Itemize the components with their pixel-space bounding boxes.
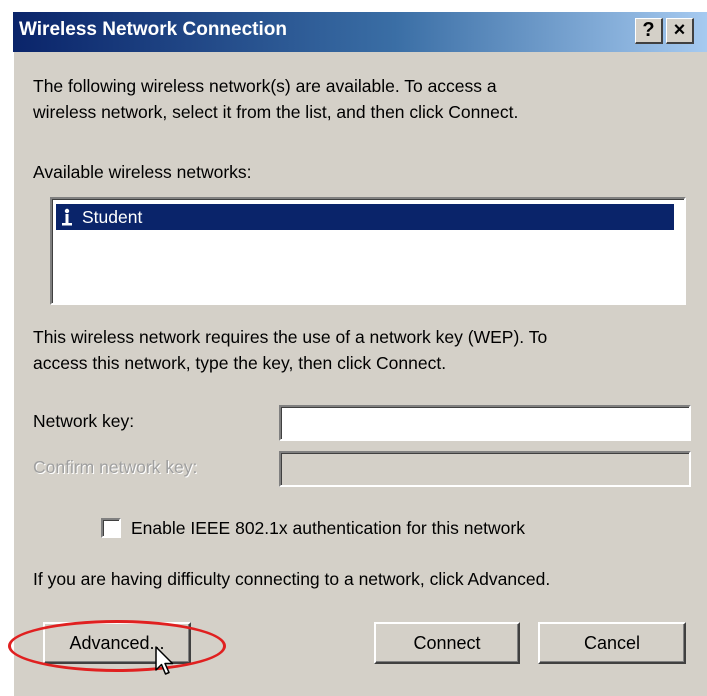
connect-button[interactable]: Connect [374,622,520,664]
window-title: Wireless Network Connection [19,19,287,40]
confirm-key-input[interactable] [279,451,691,487]
network-item-student[interactable]: Student [56,204,674,230]
cancel-button[interactable]: Cancel [538,622,686,664]
wireless-antenna-icon [62,208,72,226]
wep-notice-line-1: This wireless network requires the use o… [33,327,548,347]
intro-line-1: The following wireless network(s) are av… [33,76,497,96]
help-button[interactable]: ? [635,18,663,44]
confirm-key-label: Confirm network key: [33,457,198,477]
intro-line-2: wireless network, select it from the lis… [33,102,519,122]
wireless-network-dialog: Wireless Network Connection ? × The foll… [13,12,707,696]
available-networks-label: Available wireless networks: [33,162,252,182]
ieee-8021x-label[interactable]: Enable IEEE 802.1x authentication for th… [131,516,525,540]
close-icon: × [673,19,686,41]
networks-listbox[interactable]: Student [50,197,686,305]
close-button[interactable]: × [666,18,694,44]
wep-notice-line-2: access this network, type the key, then … [33,353,447,373]
network-key-label: Network key: [33,411,135,431]
help-icon: ? [642,19,655,41]
title-bar[interactable]: Wireless Network Connection ? × [13,12,707,52]
network-name: Student [82,207,143,227]
mouse-cursor-icon [155,646,174,675]
ieee-8021x-checkbox[interactable] [101,518,121,538]
network-key-input[interactable] [279,405,691,441]
advanced-hint: If you are having difficulty connecting … [33,569,551,589]
